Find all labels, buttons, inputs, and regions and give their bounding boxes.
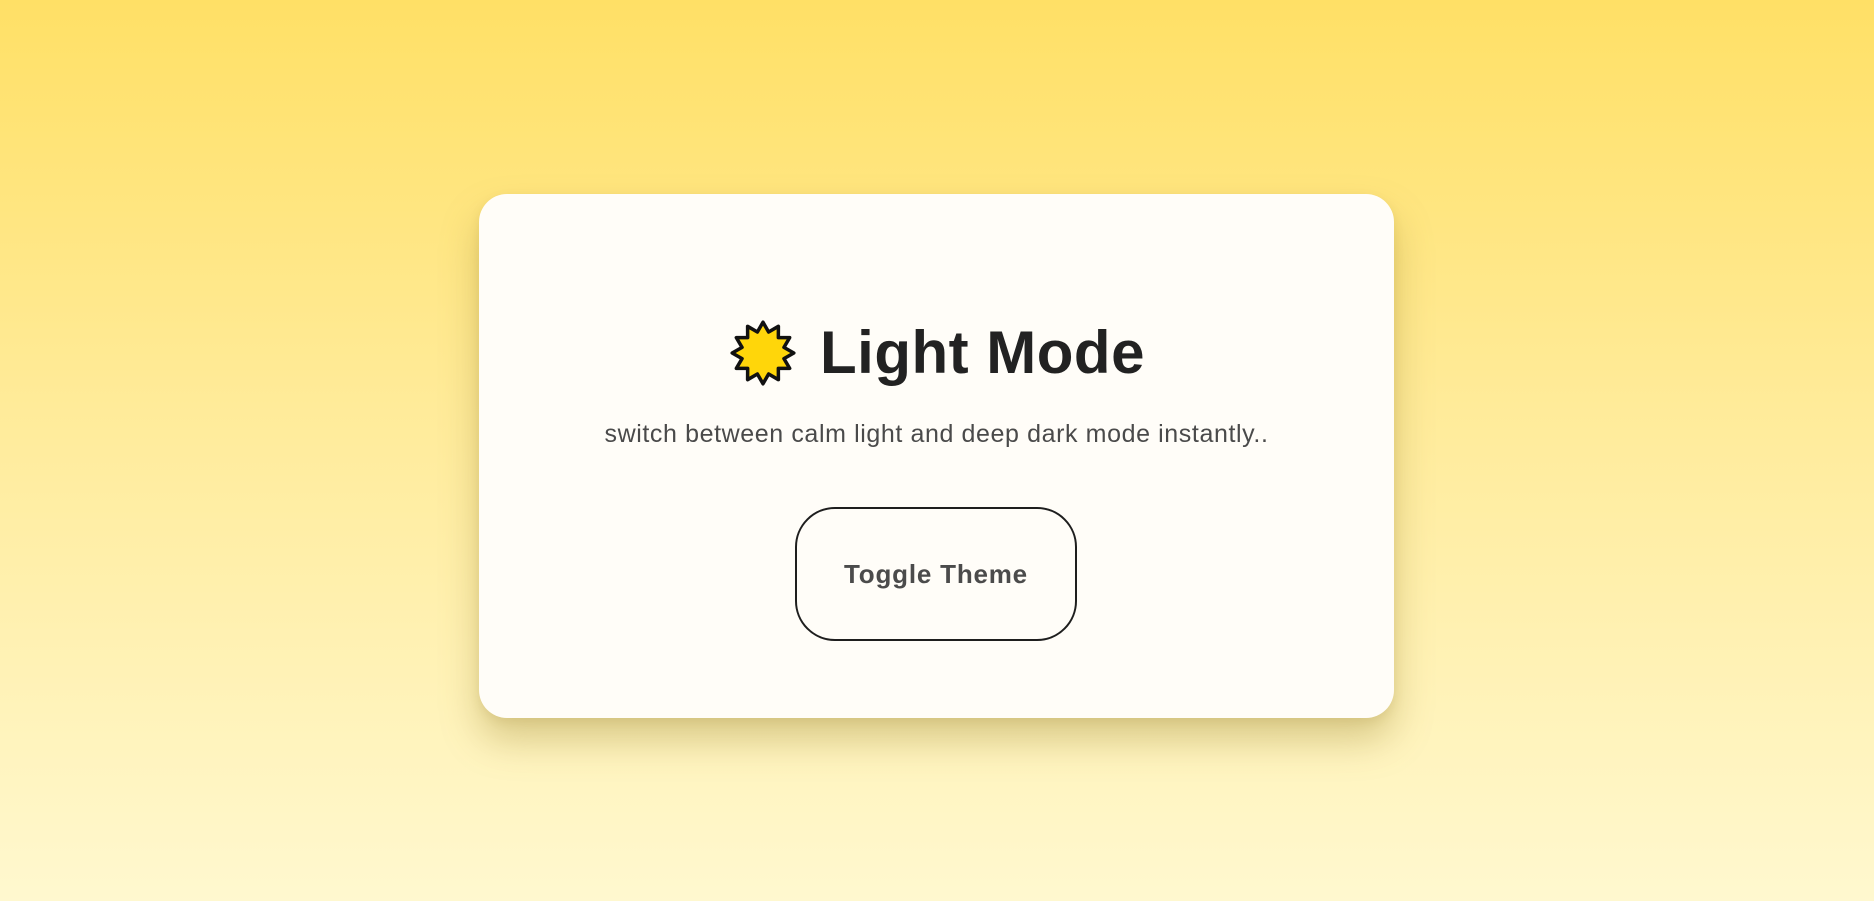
page-background: { "card": { "icon": "sun-icon", "title":…: [0, 0, 1874, 901]
subtitle: switch between calm light and deep dark …: [604, 420, 1269, 448]
toggle-theme-button[interactable]: Toggle Theme: [795, 507, 1077, 641]
page-title: Light Mode: [820, 319, 1145, 386]
sun-icon: [728, 318, 798, 388]
theme-card: Light Mode switch between calm light and…: [479, 194, 1394, 718]
title-row: Light Mode: [479, 315, 1394, 391]
